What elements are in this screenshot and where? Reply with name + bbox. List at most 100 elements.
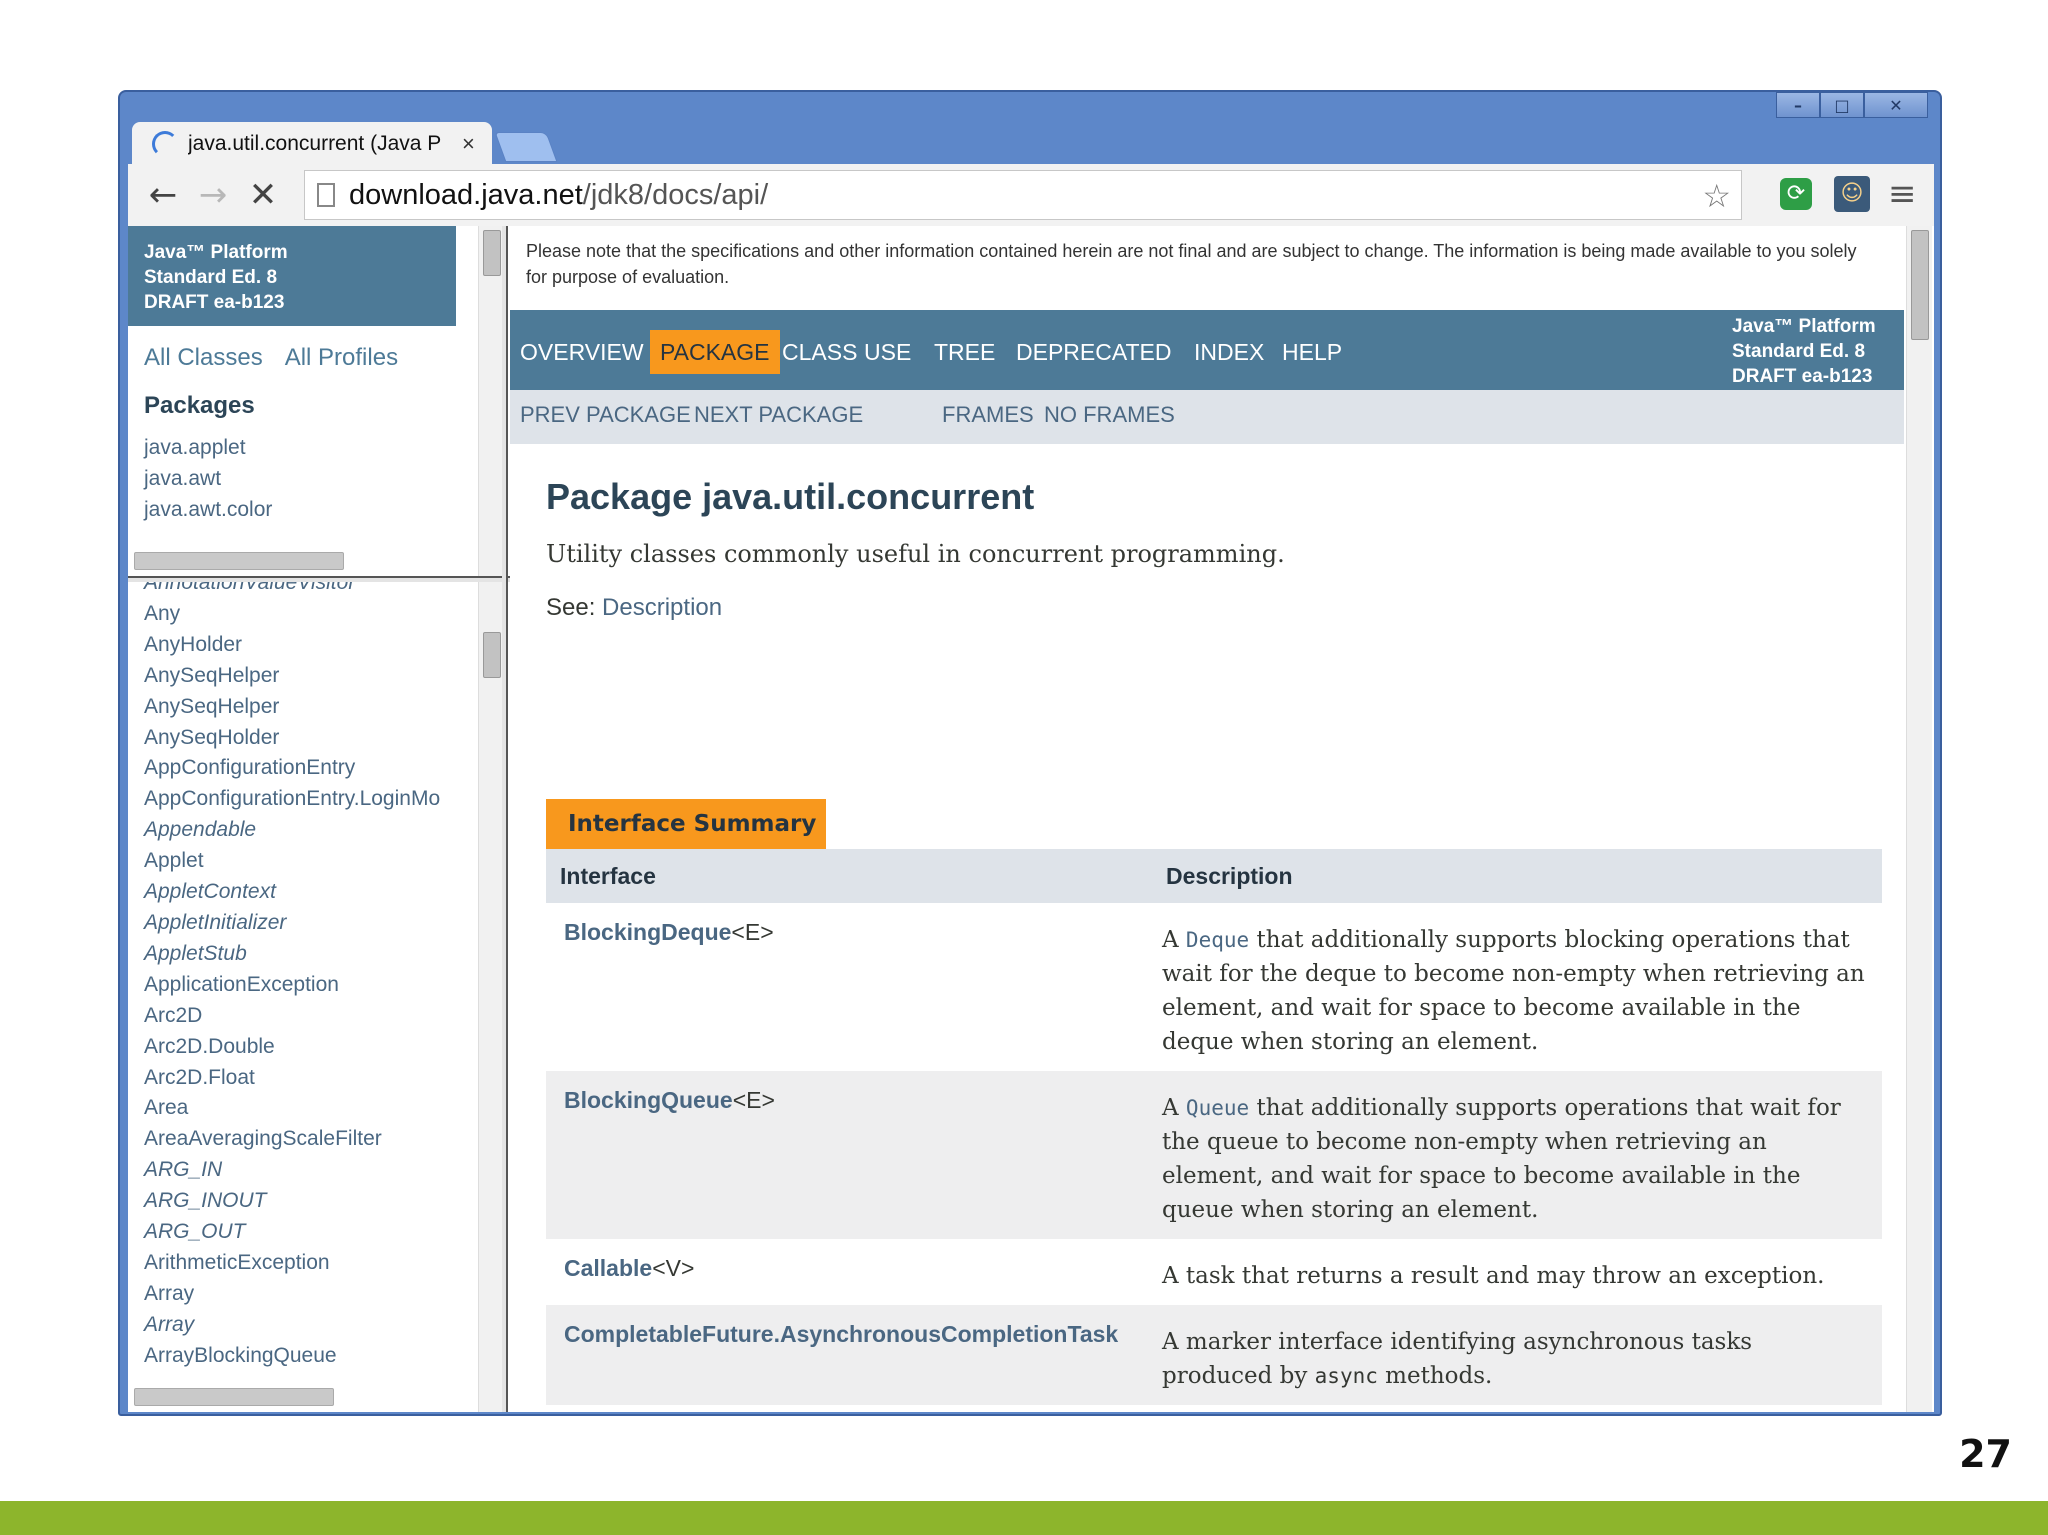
nav-index[interactable]: INDEX <box>1184 330 1274 374</box>
interface-link[interactable]: BlockingDeque <box>564 919 731 945</box>
next-package-link[interactable]: NEXT PACKAGE <box>694 402 863 428</box>
class-link[interactable]: AppConfigurationEntry.LoginMo <box>144 784 468 815</box>
class-link[interactable]: AnySeqHolder <box>144 723 468 754</box>
nav-overview[interactable]: OVERVIEW <box>510 330 654 374</box>
interface-description-cell: A service that decouples the production … <box>1152 1405 1882 1412</box>
class-link[interactable]: AnyHolder <box>144 630 468 661</box>
table-body: BlockingDeque<E> A Deque that additionall… <box>546 903 1882 1412</box>
horizontal-scrollbar[interactable] <box>134 552 344 570</box>
code-reference: async <box>1314 1364 1378 1388</box>
platform-line-1: Java™ Platform <box>1732 316 1876 337</box>
description-text: A task that returns a result and may thr… <box>1162 1263 1825 1289</box>
class-link[interactable]: Arc2D.Double <box>144 1032 468 1063</box>
minimize-button[interactable]: – <box>1776 92 1820 118</box>
class-link[interactable]: Area <box>144 1093 468 1124</box>
all-classes-link[interactable]: All Classes <box>144 344 263 372</box>
interface-link[interactable]: Callable <box>564 1255 652 1281</box>
class-link[interactable]: AreaAveragingScaleFilter <box>144 1124 468 1155</box>
maximize-button[interactable]: □ <box>1820 92 1864 118</box>
platform-line-2: Standard Ed. 8 <box>1732 341 1866 362</box>
scrollbar-thumb[interactable] <box>1911 230 1929 340</box>
frames-link[interactable]: FRAMES <box>942 402 1034 428</box>
column-header-description: Description <box>1152 849 1882 903</box>
interface-link[interactable]: BlockingQueue <box>564 1087 733 1113</box>
main-frame-scrollbar[interactable] <box>1906 226 1932 1412</box>
horizontal-scrollbar[interactable] <box>134 1388 334 1406</box>
class-link[interactable]: Array <box>144 1279 468 1310</box>
nav-package[interactable]: PACKAGE <box>650 330 780 374</box>
all-profiles-link[interactable]: All Profiles <box>285 344 398 372</box>
class-link[interactable]: ARG_INOUT <box>144 1186 468 1217</box>
vertical-frame-divider[interactable] <box>502 226 508 1412</box>
interface-summary-caption: Interface Summary <box>546 799 826 849</box>
page-content: Java™ Platform Standard Ed. 8 DRAFT ea-b… <box>128 226 1934 1412</box>
interface-description-cell: A Queue that additionally supports opera… <box>1152 1071 1882 1239</box>
extension-avatar-icon[interactable]: ☺ <box>1834 176 1870 212</box>
description-link[interactable]: Description <box>602 594 722 621</box>
slide-footer-bar <box>0 1501 2048 1535</box>
see-label: See: <box>546 594 603 621</box>
table-row: BlockingDeque<E> A Deque that additionall… <box>546 903 1882 1071</box>
browser-tab[interactable]: java.util.concurrent (Java P × <box>132 122 492 166</box>
class-frame-scrollbar[interactable] <box>478 582 504 1412</box>
nav-help[interactable]: HELP <box>1272 330 1352 374</box>
class-link[interactable]: Arc2D <box>144 1001 468 1032</box>
interface-description-cell: A marker interface identifying asynchron… <box>1152 1305 1882 1405</box>
class-link[interactable]: AnySeqHelper <box>144 692 468 723</box>
close-window-button[interactable]: ✕ <box>1864 92 1928 118</box>
extension-sync-icon[interactable]: ⟳ <box>1780 178 1812 210</box>
class-link[interactable]: AnySeqHelper <box>144 661 468 692</box>
interface-link[interactable]: CompletableFuture.AsynchronousCompletion… <box>564 1321 1118 1347</box>
scrollbar-thumb[interactable] <box>483 230 501 276</box>
class-link[interactable]: ArithmeticException <box>144 1248 468 1279</box>
interface-name-cell: CompletableFuture.AsynchronousCompletion… <box>546 1305 1152 1405</box>
package-frame-scrollbar[interactable] <box>478 226 504 576</box>
scrollbar-thumb[interactable] <box>483 632 501 678</box>
nav-tree[interactable]: TREE <box>924 330 1005 374</box>
window-controls: – □ ✕ <box>1776 92 1928 118</box>
class-link[interactable]: AppConfigurationEntry <box>144 753 468 784</box>
address-bar[interactable]: download.java.net/jdk8/docs/api/ ☆ <box>304 170 1742 220</box>
bookmark-star-icon[interactable]: ☆ <box>1702 177 1731 215</box>
menu-hamburger-icon[interactable]: ≡ <box>1888 174 1917 214</box>
interface-summary-table: Interface Description BlockingDeque<E> A … <box>546 849 1882 1412</box>
nav-deprecated[interactable]: DEPRECATED <box>1006 330 1182 374</box>
class-link[interactable]: AppletStub <box>144 939 468 970</box>
class-link[interactable]: ArrayBlockingQueue <box>144 1341 468 1372</box>
class-link[interactable]: ARG_IN <box>144 1155 468 1186</box>
interface-name-cell: Callable<V> <box>546 1239 1152 1305</box>
package-list-frame: Java™ Platform Standard Ed. 8 DRAFT ea-b… <box>128 226 484 576</box>
interface-name-cell: BlockingDeque<E> <box>546 903 1152 1071</box>
package-link[interactable]: java.applet <box>144 432 467 463</box>
package-link[interactable]: java.awt.color <box>144 494 467 525</box>
class-link[interactable]: Arc2D.Float <box>144 1063 468 1094</box>
new-tab-button[interactable] <box>494 132 558 162</box>
evaluation-notice: Please note that the specifications and … <box>526 241 1857 287</box>
type-parameter: <E> <box>731 919 774 945</box>
class-link[interactable]: Array <box>144 1310 468 1341</box>
no-frames-link[interactable]: NO FRAMES <box>1044 402 1175 428</box>
forward-arrow-icon[interactable]: → <box>188 170 238 220</box>
nav-use[interactable]: USE <box>854 330 921 374</box>
package-list: java.applet java.awt java.awt.color <box>128 432 483 525</box>
class-link[interactable]: ApplicationException <box>144 970 468 1001</box>
class-link[interactable]: ARG_OUT <box>144 1217 468 1248</box>
stop-loading-icon[interactable]: ✕ <box>238 170 288 220</box>
code-reference[interactable]: Queue <box>1186 1096 1249 1120</box>
package-link[interactable]: java.awt <box>144 463 467 494</box>
prev-package-link[interactable]: PREV PACKAGE <box>520 402 691 428</box>
class-link[interactable]: Applet <box>144 846 468 877</box>
class-link[interactable]: Appendable <box>144 815 468 846</box>
code-reference[interactable]: Deque <box>1186 928 1249 952</box>
page-icon <box>317 183 335 207</box>
back-arrow-icon[interactable]: ← <box>138 170 188 220</box>
class-link[interactable]: Any <box>144 599 468 630</box>
class-link[interactable]: AppletInitializer <box>144 908 468 939</box>
class-link[interactable]: AppletContext <box>144 877 468 908</box>
class-link[interactable]: AnnotationValueVisitor <box>144 582 468 599</box>
tab-close-icon[interactable]: × <box>462 131 475 157</box>
platform-line-2: Standard Ed. 8 <box>144 267 278 288</box>
type-parameter: <V> <box>652 1255 695 1281</box>
interface-description-cell: A task that returns a result and may thr… <box>1152 1239 1882 1305</box>
column-header-interface: Interface <box>546 849 1152 903</box>
